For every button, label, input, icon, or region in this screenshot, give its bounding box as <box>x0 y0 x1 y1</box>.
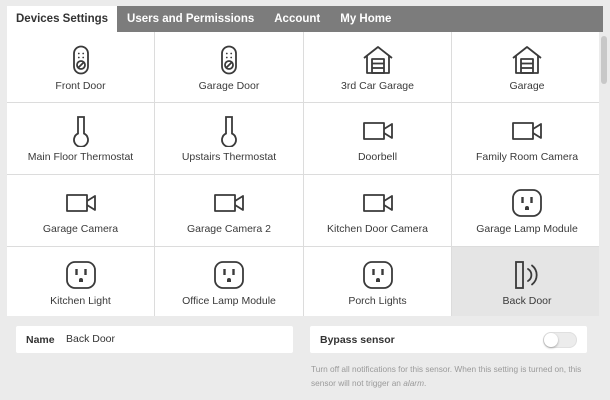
thermostat-icon <box>219 116 239 147</box>
device-label: Upstairs Thermostat <box>181 151 277 163</box>
outlet-icon <box>362 260 394 290</box>
device-label: Garage Door <box>198 80 260 92</box>
device-label: Garage Camera <box>42 223 119 235</box>
device-tile[interactable]: Family Room Camera <box>452 103 602 174</box>
camera-icon <box>511 116 543 146</box>
tab-account[interactable]: Account <box>264 6 330 32</box>
device-label: Back Door <box>502 295 552 307</box>
tab-my-home[interactable]: My Home <box>330 6 401 32</box>
name-label: Name <box>26 334 55 346</box>
bypass-help-text: Turn off all notifications for this sens… <box>311 364 582 388</box>
garage-icon <box>362 45 394 75</box>
camera-icon <box>362 188 394 218</box>
tab-bar: Devices Settings Users and Permissions A… <box>7 6 603 32</box>
device-tile[interactable]: 3rd Car Garage <box>304 32 451 102</box>
device-label: 3rd Car Garage <box>341 80 414 92</box>
outlet-icon <box>213 260 245 290</box>
device-label: Garage Lamp Module <box>476 223 578 235</box>
device-tile[interactable]: Garage Lamp Module <box>452 175 602 246</box>
device-tile[interactable]: Main Floor Thermostat <box>7 103 154 174</box>
help-emphasis: alarm <box>403 378 424 388</box>
device-tile[interactable]: Garage <box>452 32 602 102</box>
bypass-sensor-box: Bypass sensor <box>310 326 587 353</box>
garage-icon <box>511 45 543 75</box>
door-lock-icon <box>72 45 90 75</box>
camera-icon <box>65 188 97 218</box>
device-tile[interactable]: Garage Camera <box>7 175 154 246</box>
device-tile[interactable]: Upstairs Thermostat <box>155 103 303 174</box>
name-field-box: Name <box>16 326 293 353</box>
devices-panel: Front Door Garage Door 3rd Car Garage Ga… <box>7 32 602 400</box>
scrollbar-thumb[interactable] <box>601 36 607 84</box>
scrollbar-track[interactable] <box>599 32 610 400</box>
device-label: Front Door <box>55 80 106 92</box>
device-label: Porch Lights <box>348 295 407 307</box>
thermostat-icon <box>71 116 91 147</box>
tab-devices-settings[interactable]: Devices Settings <box>7 6 118 32</box>
toggle-knob <box>544 333 558 347</box>
device-tile[interactable]: Garage Door <box>155 32 303 102</box>
device-grid: Front Door Garage Door 3rd Car Garage Ga… <box>7 32 602 319</box>
device-tile[interactable]: Porch Lights <box>304 247 451 319</box>
door-sensor-icon <box>513 260 541 290</box>
device-label: Main Floor Thermostat <box>27 151 134 163</box>
device-label: Garage <box>509 80 545 92</box>
device-label: Kitchen Light <box>50 295 111 307</box>
bypass-sensor-toggle[interactable] <box>543 332 577 348</box>
device-settings: Name Bypass sensor Turn off all notifica… <box>7 316 599 400</box>
device-label: Office Lamp Module <box>182 295 276 307</box>
tab-users-and-permissions[interactable]: Users and Permissions <box>117 6 264 32</box>
device-tile[interactable]: Garage Camera 2 <box>155 175 303 246</box>
camera-icon <box>362 116 394 146</box>
device-tile-selected[interactable]: Back Door <box>452 247 602 319</box>
device-tile[interactable]: Office Lamp Module <box>155 247 303 319</box>
bypass-sensor-label: Bypass sensor <box>320 334 395 346</box>
name-input[interactable] <box>66 330 286 348</box>
device-tile[interactable]: Doorbell <box>304 103 451 174</box>
device-label: Family Room Camera <box>475 151 579 163</box>
outlet-icon <box>511 188 543 218</box>
device-tile[interactable]: Kitchen Light <box>7 247 154 319</box>
outlet-icon <box>65 260 97 290</box>
door-lock-icon <box>220 45 238 75</box>
device-tile[interactable]: Kitchen Door Camera <box>304 175 451 246</box>
device-label: Kitchen Door Camera <box>327 223 428 235</box>
device-label: Garage Camera 2 <box>186 223 272 235</box>
device-label: Doorbell <box>357 151 398 163</box>
device-tile[interactable]: Front Door <box>7 32 154 102</box>
camera-icon <box>213 188 245 218</box>
